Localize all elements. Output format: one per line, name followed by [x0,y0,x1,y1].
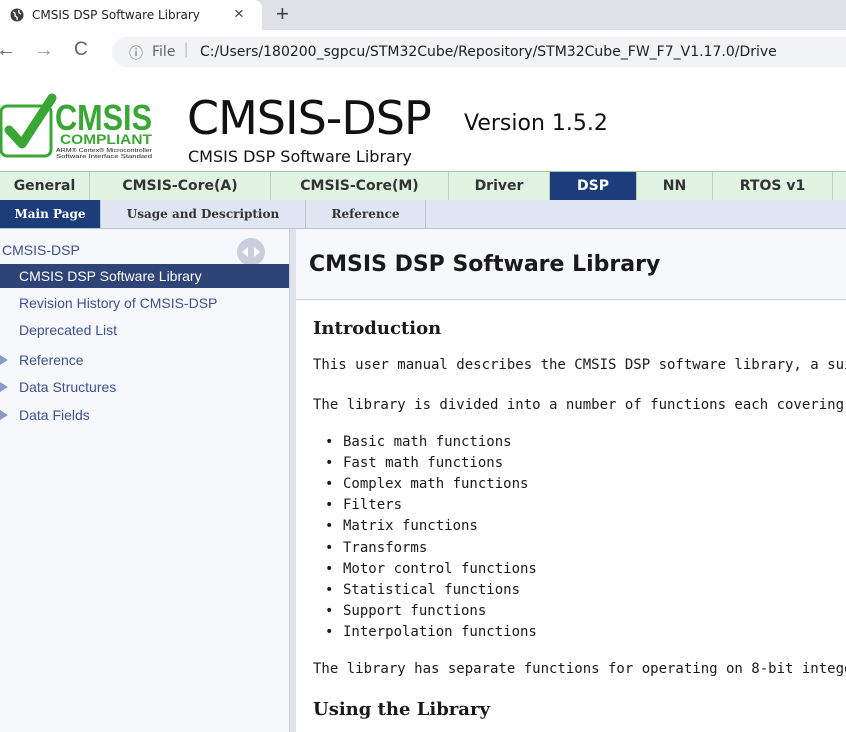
logo-caption-2: Software Interface Standard [56,154,152,160]
expand-arrow-icon[interactable] [0,355,8,365]
sidebar-item-label: CMSIS DSP Software Library [19,268,202,284]
topnav-general[interactable]: General [0,172,90,200]
forward-arrow-icon[interactable]: → [34,39,54,62]
close-icon[interactable]: × [234,4,244,24]
reload-icon[interactable]: C [74,39,88,61]
url-separator: | [184,41,189,58]
topnav-rtos-v1[interactable]: RTOS v1 [713,172,833,200]
browser-tabstrip: CMSIS DSP Software Library × + [0,0,846,30]
sidebar-item-data-fields[interactable]: Data Fields [0,403,289,427]
sidebar-item-label: Reference [19,352,84,368]
list-item: Fast math functions [325,455,503,471]
list-item: Basic math functions [325,434,512,450]
list-item: Statistical functions [325,582,520,598]
sidebar-item-deprecated-list[interactable]: Deprecated List [0,318,289,342]
sidebar-item-label: Deprecated List [19,322,118,338]
info-icon[interactable]: ⓘ [129,43,143,63]
list-item: Matrix functions [325,518,478,534]
logo-caption-1: ARM® Cortex® Microcontroller [56,147,152,154]
paragraph: The library is divided into a number of … [313,397,846,413]
sidebar-item-cmsis-dsp-library[interactable]: CMSIS DSP Software Library [0,264,289,288]
topnav-cmsis-core-a[interactable]: CMSIS-Core(A) [90,172,271,200]
cmsis-compliant-logo: CMSIS COMPLIANT ARM® Cortex® Microcontro… [0,93,152,160]
resize-handle[interactable] [289,229,296,732]
url-path[interactable]: C:/Users/180200_sgpcu/STM32Cube/Reposito… [200,44,777,60]
sidebar-item-label: Data Structures [19,379,117,395]
sync-icon[interactable] [236,237,266,267]
new-tab-button[interactable]: + [276,1,289,27]
page-title: CMSIS DSP Software Library [309,252,661,277]
list-item: Transforms [325,540,427,556]
back-arrow-icon[interactable]: ← [0,39,16,62]
project-name: CMSIS-DSP [187,91,432,145]
url-scheme: File [152,44,176,60]
tab-reference[interactable]: Reference [306,200,426,228]
logo-subtitle: COMPLIANT [60,131,152,147]
globe-icon [10,8,24,22]
paragraph: This user manual describes the CMSIS DSP… [313,357,846,373]
topnav-driver[interactable]: Driver [449,172,550,200]
top-nav: General CMSIS-Core(A) CMSIS-Core(M) Driv… [0,171,846,201]
project-brief: CMSIS DSP Software Library [188,147,412,166]
sidenav-root[interactable]: CMSIS-DSP [2,242,80,258]
list-item: Filters [325,497,402,513]
sidebar-item-data-structures[interactable]: Data Structures [0,375,289,399]
tab-main-page[interactable]: Main Page [0,200,101,228]
list-item: Complex math functions [325,476,528,492]
expand-arrow-icon[interactable] [0,410,8,420]
list-item: Support functions [325,603,486,619]
section-heading-using-the-library: Using the Library [313,699,490,720]
section-heading-introduction: Introduction [313,318,442,339]
list-item: Motor control functions [325,561,537,577]
sidebar-item-label: Revision History of CMSIS-DSP [19,295,218,311]
sub-nav: Main Page Usage and Description Referenc… [0,200,846,229]
sidebar-item-reference[interactable]: Reference [0,348,289,372]
project-version: Version 1.5.2 [464,111,608,136]
paragraph: The library has separate functions for o… [313,661,846,677]
list-item: Interpolation functions [325,624,537,640]
sidebar-item-label: Data Fields [19,407,90,423]
expand-arrow-icon[interactable] [0,382,8,392]
sidebar-item-revision-history[interactable]: Revision History of CMSIS-DSP [0,291,289,315]
browser-tab[interactable]: CMSIS DSP Software Library × [0,0,262,30]
topnav-nn[interactable]: NN [637,172,713,200]
topnav-cmsis-core-m[interactable]: CMSIS-Core(M) [271,172,449,200]
tab-usage-and-description[interactable]: Usage and Description [101,200,306,228]
tab-title: CMSIS DSP Software Library [32,8,200,22]
topnav-dsp[interactable]: DSP [550,172,637,200]
